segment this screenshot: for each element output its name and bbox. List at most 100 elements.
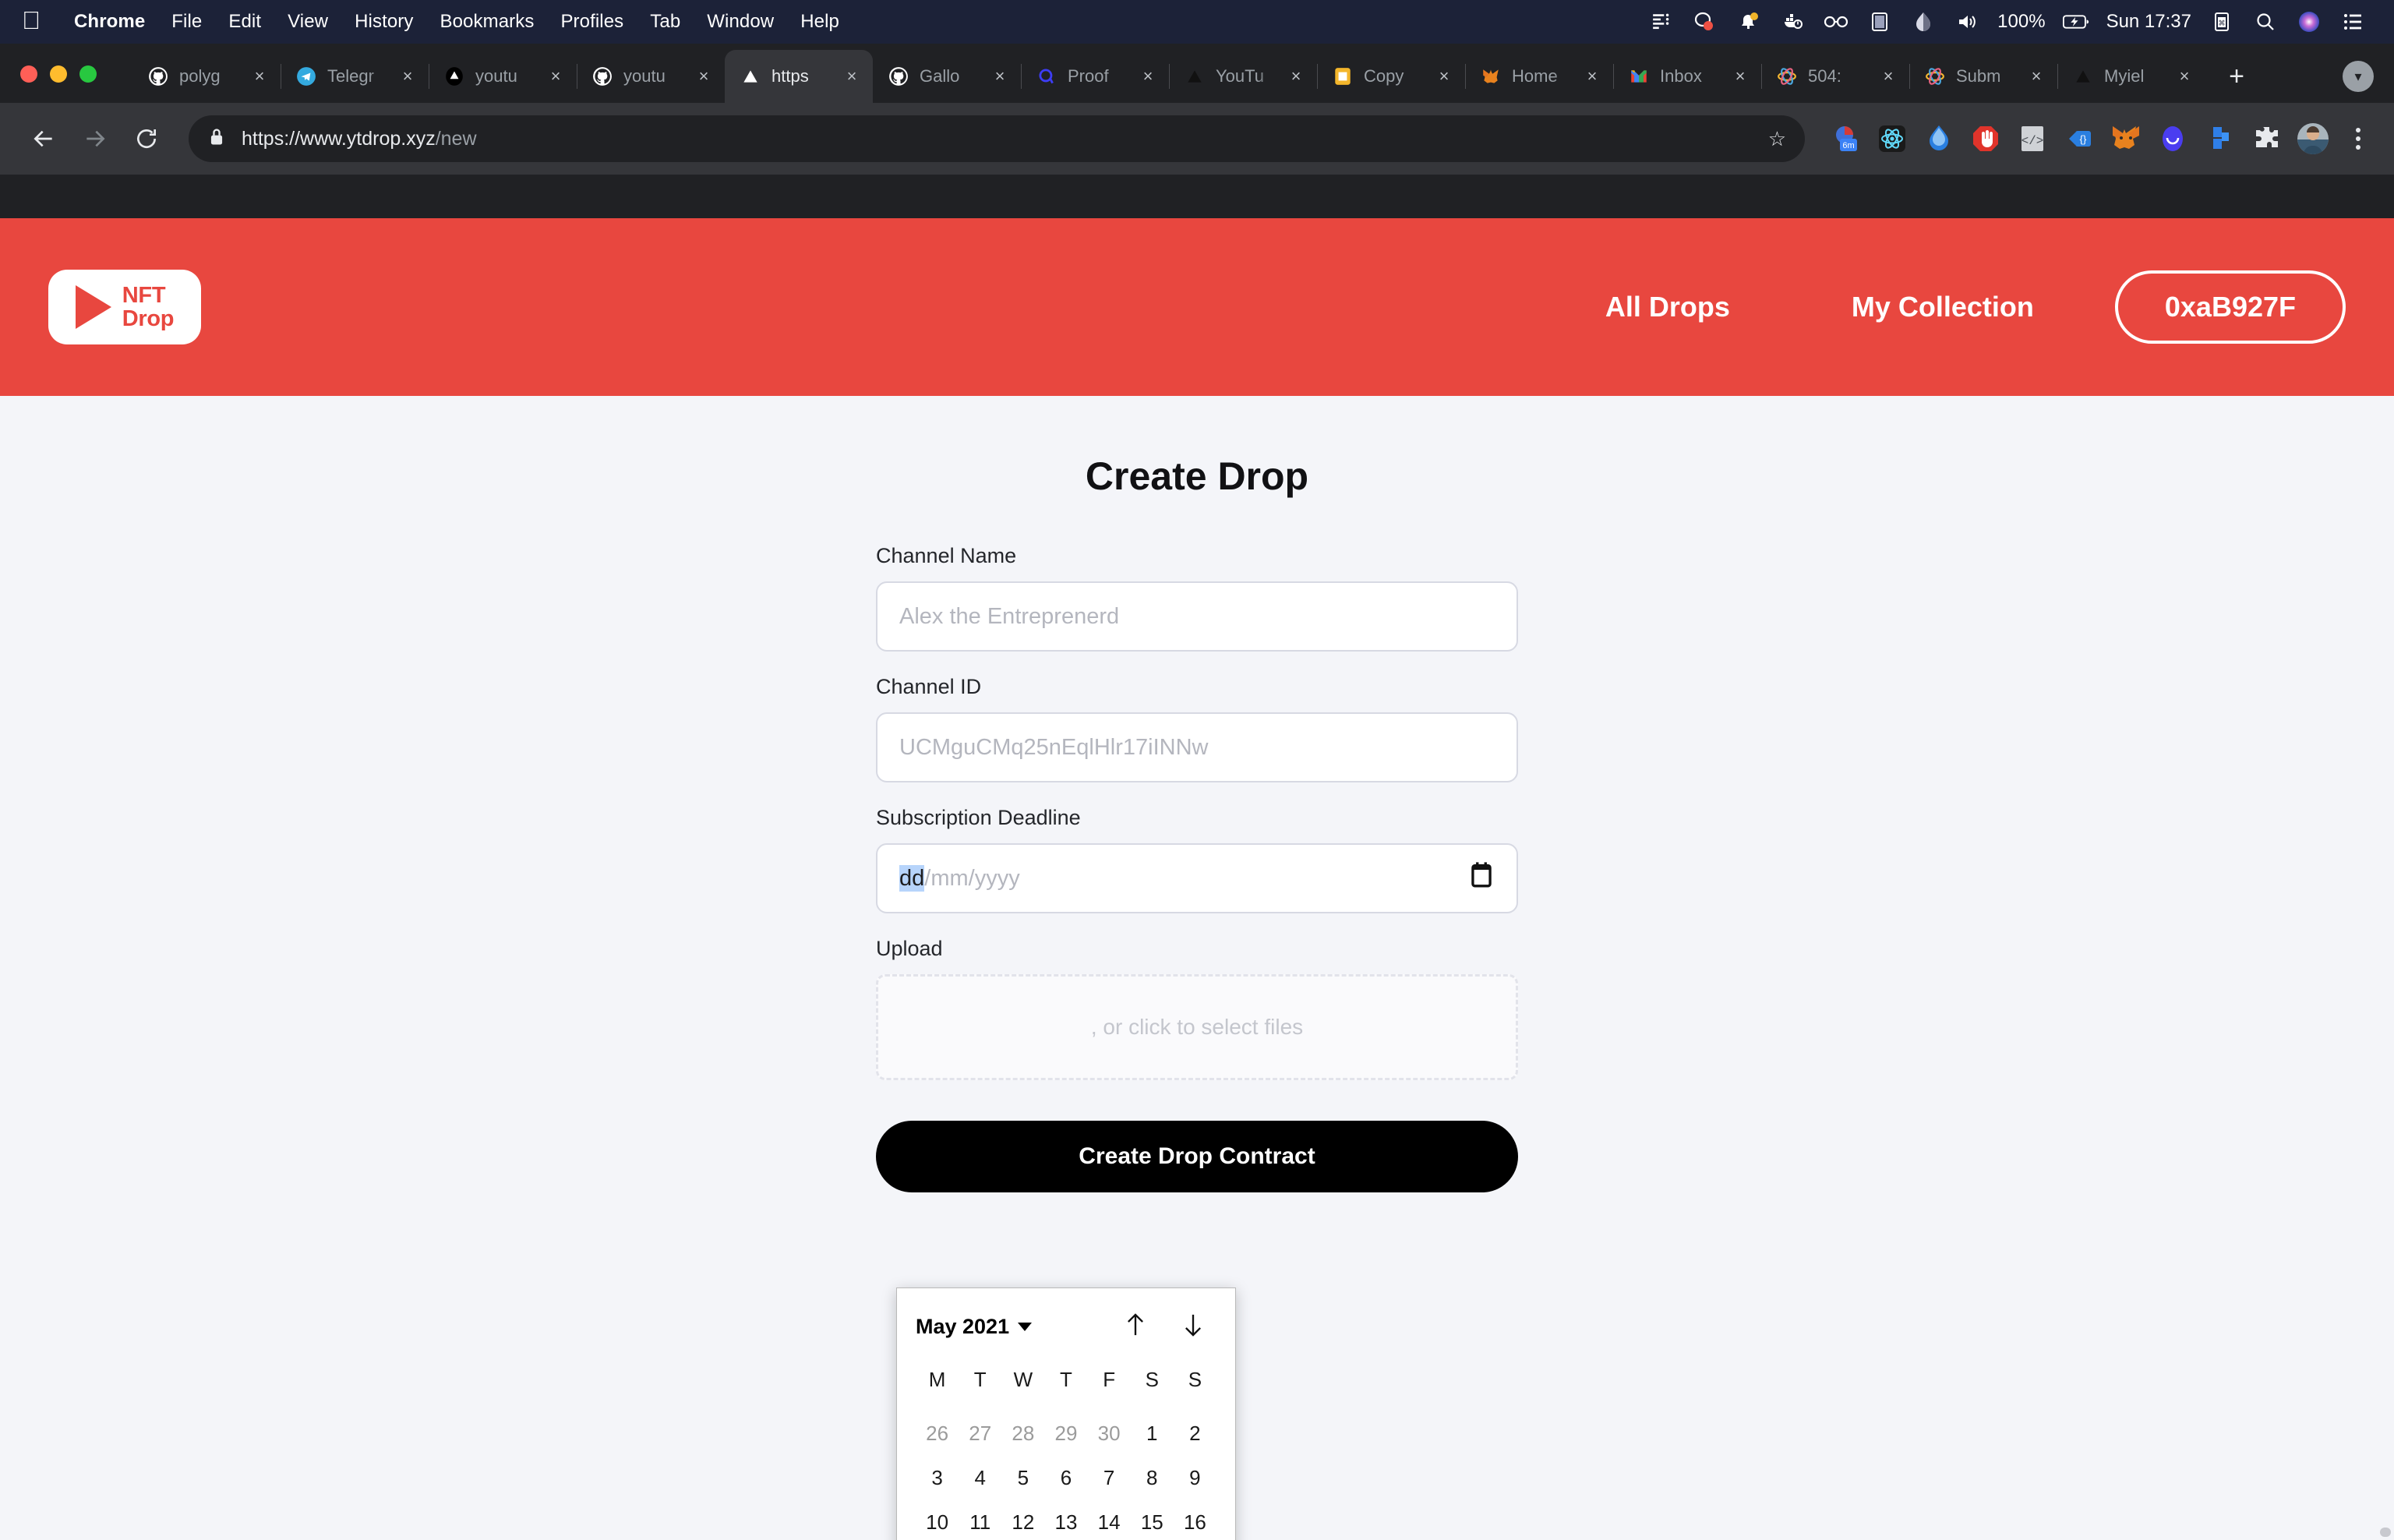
menu-item-tab[interactable]: Tab — [637, 11, 694, 33]
page-scrollbar[interactable] — [2380, 1528, 2391, 1537]
calendar-day[interactable]: 1 — [1131, 1411, 1174, 1456]
browser-tab[interactable]: Subm × — [1909, 50, 2057, 103]
control-center-icon[interactable] — [2339, 9, 2366, 35]
bookmark-star-icon[interactable]: ☆ — [1768, 127, 1786, 151]
close-tab-icon[interactable]: × — [1286, 66, 1306, 87]
chevron-down-icon[interactable] — [1018, 1322, 1033, 1331]
keyboard-input-icon[interactable]: ⌘ — [2209, 9, 2235, 35]
menu-item-window[interactable]: Window — [694, 11, 787, 33]
water-drop-icon[interactable] — [1922, 122, 1956, 156]
tab-timer-6m-icon[interactable]: 6m — [1828, 122, 1863, 156]
calendar-day[interactable]: 16 — [1174, 1500, 1216, 1540]
subscription-deadline-input[interactable]: dd/mm/yyyy — [876, 843, 1518, 913]
menu-item-history[interactable]: History — [341, 11, 426, 33]
channel-name-input[interactable]: Alex the Entreprenerd — [876, 581, 1518, 652]
calendar-day[interactable]: 12 — [1001, 1500, 1044, 1540]
browser-tab[interactable]: youtu × — [429, 50, 577, 103]
date-segment-day[interactable]: dd — [899, 864, 925, 892]
forward-button[interactable] — [72, 115, 118, 162]
tab-list-chevron-icon[interactable]: ▾ — [2343, 61, 2374, 92]
cloud-sync-icon[interactable] — [1692, 9, 1718, 35]
file-dropzone[interactable]: , or click to select files — [876, 974, 1518, 1080]
close-tab-icon[interactable]: × — [694, 66, 714, 87]
site-logo[interactable]: NFT Drop — [48, 270, 201, 344]
display-icon[interactable] — [1866, 9, 1893, 35]
new-tab-button[interactable]: + — [2215, 55, 2258, 98]
metamask-fox-icon[interactable] — [2109, 122, 2143, 156]
close-tab-icon[interactable]: × — [1878, 66, 1898, 87]
profile-avatar-icon[interactable] — [2296, 122, 2330, 156]
menu-item-view[interactable]: View — [274, 11, 341, 33]
adblock-stop-icon[interactable] — [1969, 122, 2003, 156]
minimize-window-button[interactable] — [50, 65, 67, 83]
browser-tab[interactable]: Gallo × — [873, 50, 1021, 103]
calendar-day[interactable]: 3 — [916, 1456, 959, 1500]
browser-tab[interactable]: Telegr × — [281, 50, 429, 103]
date-segment-rest[interactable]: /mm/yyyy — [924, 866, 1019, 891]
browser-tab[interactable]: Myiel × — [2057, 50, 2205, 103]
calendar-day[interactable]: 14 — [1088, 1500, 1131, 1540]
close-tab-icon[interactable]: × — [397, 66, 418, 87]
calendar-icon[interactable] — [1468, 861, 1495, 895]
close-tab-icon[interactable]: × — [1730, 66, 1750, 87]
close-window-button[interactable] — [20, 65, 37, 83]
zoom-window-button[interactable] — [79, 65, 97, 83]
volume-icon[interactable] — [1954, 9, 1980, 35]
code-brackets-icon[interactable]: </> — [2015, 122, 2050, 156]
close-tab-icon[interactable]: × — [249, 66, 270, 87]
calendar-day[interactable]: 10 — [916, 1500, 959, 1540]
close-tab-icon[interactable]: × — [990, 66, 1010, 87]
calendar-day[interactable]: 5 — [1001, 1456, 1044, 1500]
menubar-clock[interactable]: Sun 17:37 — [2106, 11, 2191, 33]
calendar-day[interactable]: 8 — [1131, 1456, 1174, 1500]
date-picker-popup[interactable]: May 2021 M T W T F S S 26 27 28 29 30 1 … — [896, 1287, 1236, 1540]
arrow-down-icon[interactable] — [1181, 1312, 1206, 1342]
notification-bell-icon[interactable] — [1735, 9, 1762, 35]
calendar-day[interactable]: 13 — [1044, 1500, 1087, 1540]
arrow-up-icon[interactable] — [1123, 1312, 1148, 1342]
menu-item-edit[interactable]: Edit — [215, 11, 274, 33]
calendar-day[interactable]: 9 — [1174, 1456, 1216, 1500]
reload-button[interactable] — [123, 115, 170, 162]
calendar-day[interactable]: 6 — [1044, 1456, 1087, 1500]
calendar-day[interactable]: 11 — [959, 1500, 1001, 1540]
color-picker-icon[interactable] — [2202, 122, 2237, 156]
browser-tab[interactable]: 504: × — [1761, 50, 1909, 103]
calendar-day[interactable]: 30 — [1088, 1411, 1131, 1456]
calendar-day[interactable]: 4 — [959, 1456, 1001, 1500]
month-year-selector[interactable]: May 2021 — [916, 1315, 1033, 1339]
address-bar[interactable]: https://www.ytdrop.xyz/new ☆ — [189, 115, 1805, 162]
calendar-day[interactable]: 7 — [1088, 1456, 1131, 1500]
menu-item-chrome[interactable]: Chrome — [61, 11, 158, 33]
close-tab-icon[interactable]: × — [842, 66, 862, 87]
close-tab-icon[interactable]: × — [1582, 66, 1602, 87]
puzzle-extensions-icon[interactable] — [2249, 122, 2283, 156]
text-list-icon[interactable] — [1648, 9, 1675, 35]
lock-icon[interactable] — [207, 127, 226, 151]
menu-item-bookmarks[interactable]: Bookmarks — [427, 11, 548, 33]
menu-item-help[interactable]: Help — [787, 11, 853, 33]
calendar-day[interactable]: 29 — [1044, 1411, 1087, 1456]
battery-charging-icon[interactable] — [2062, 9, 2089, 35]
close-tab-icon[interactable]: × — [1434, 66, 1454, 87]
apple-logo-icon[interactable]:  — [22, 8, 41, 33]
react-devtools-icon[interactable] — [1875, 122, 1909, 156]
monochrome-drop-icon[interactable] — [1910, 9, 1937, 35]
wallet-address-button[interactable]: 0xaB927F — [2114, 270, 2346, 344]
calendar-day[interactable]: 27 — [959, 1411, 1001, 1456]
brave-wallet-icon[interactable] — [2156, 122, 2190, 156]
browser-tab[interactable]: Home × — [1465, 50, 1613, 103]
close-tab-icon[interactable]: × — [2174, 66, 2194, 87]
close-tab-icon[interactable]: × — [1138, 66, 1158, 87]
siri-icon[interactable] — [2296, 9, 2322, 35]
browser-tab-active[interactable]: https × — [725, 50, 873, 103]
browser-tab[interactable]: Proof × — [1021, 50, 1169, 103]
channel-id-input[interactable]: UCMguCMq25nEqlHlr17iINNw — [876, 712, 1518, 782]
browser-tab[interactable]: Copy × — [1317, 50, 1465, 103]
calendar-day[interactable]: 26 — [916, 1411, 959, 1456]
browser-tab[interactable]: polyg × — [132, 50, 281, 103]
back-button[interactable] — [20, 115, 67, 162]
json-viewer-icon[interactable]: {} — [2062, 122, 2096, 156]
menu-item-file[interactable]: File — [158, 11, 215, 33]
nav-link-all-drops[interactable]: All Drops — [1545, 291, 1791, 323]
